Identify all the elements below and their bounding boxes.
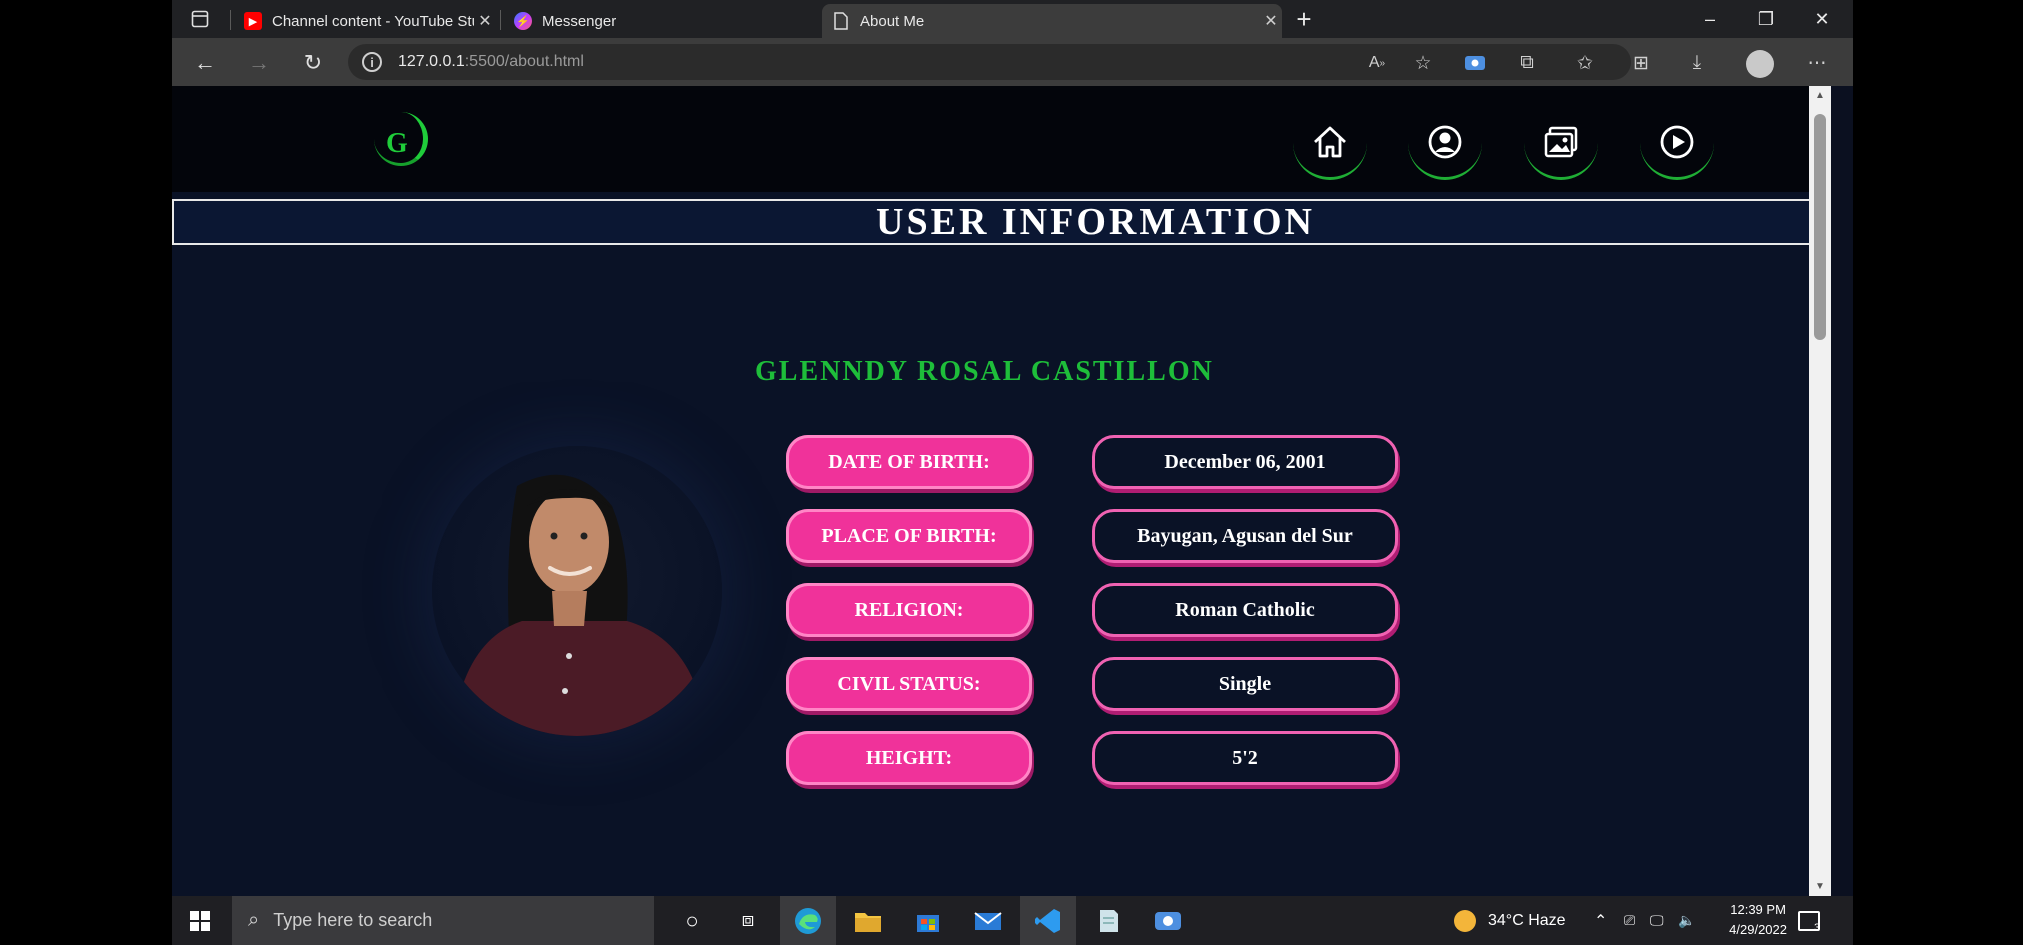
label-religion: RELIGION: <box>786 583 1032 637</box>
restore-button[interactable]: ❐ <box>1738 0 1794 38</box>
clock-date: 4/29/2022 <box>1729 922 1787 937</box>
tab-about-me[interactable]: About Me ✕ <box>822 4 1282 38</box>
page-scrollbar[interactable]: ▲ ▼ <box>1809 86 1831 896</box>
cortana-icon[interactable]: ○ <box>666 896 718 945</box>
nav-videos[interactable] <box>1640 106 1714 180</box>
more-options-icon[interactable]: ⋯ <box>1802 48 1832 78</box>
tab-youtube[interactable]: ▶ Channel content - YouTube Stud ✕ <box>234 4 496 38</box>
mail-icon[interactable] <box>960 896 1016 945</box>
web-page: G USER INFORMATION GLENNDY ROSAL CASTILL… <box>172 86 1831 896</box>
favorites-icon[interactable]: ✩ <box>1570 48 1600 78</box>
page-icon <box>832 12 850 30</box>
windows-icon <box>190 910 210 931</box>
minimize-button[interactable]: – <box>1682 0 1738 38</box>
scrollbar-thumb[interactable] <box>1814 114 1826 340</box>
extensions-icon[interactable]: ⧉ <box>1512 48 1542 78</box>
value-place-of-birth: Bayugan, Agusan del Sur <box>1092 509 1398 563</box>
screen-capture-icon[interactable] <box>1460 48 1490 78</box>
gallery-icon <box>1544 126 1578 157</box>
label-height: HEIGHT: <box>786 731 1032 785</box>
home-icon <box>1314 126 1346 157</box>
play-icon <box>1660 125 1694 158</box>
back-button[interactable]: ← <box>188 46 222 80</box>
nav-home[interactable] <box>1293 106 1367 180</box>
address-bar[interactable]: i 127.0.0.1 :5500/about.html <box>348 44 1631 80</box>
sun-icon <box>1454 909 1476 932</box>
start-button[interactable] <box>172 896 228 945</box>
label-place-of-birth: PLACE OF BIRTH: <box>786 509 1032 563</box>
profile-avatar[interactable] <box>1746 50 1774 78</box>
task-view-icon[interactable]: ⧈ <box>722 896 774 945</box>
url-path: :5500/about.html <box>464 53 584 70</box>
new-tab-button[interactable]: + <box>1284 0 1324 38</box>
youtube-icon: ▶ <box>244 12 262 30</box>
tab-strip: ▶ Channel content - YouTube Stud ✕ ⚡ Mes… <box>172 0 1853 38</box>
tab-label: Channel content - YouTube Stud <box>272 12 474 30</box>
volume-icon[interactable]: 🔈 <box>1678 896 1695 945</box>
value-religion: Roman Catholic <box>1092 583 1398 637</box>
value-height: 5'2 <box>1092 731 1398 785</box>
user-icon <box>1428 125 1462 158</box>
notification-icon <box>1798 910 1820 931</box>
weather-widget[interactable]: 34°C Haze <box>1454 896 1566 945</box>
close-icon[interactable]: ✕ <box>1260 11 1282 31</box>
vscode-icon[interactable] <box>1020 896 1076 945</box>
info-icon[interactable]: i <box>362 52 382 72</box>
section-title: USER INFORMATION <box>876 201 1315 243</box>
store-icon[interactable] <box>900 896 956 945</box>
download-icon[interactable]: ⤓ <box>1682 48 1712 78</box>
site-logo[interactable]: G <box>368 108 436 176</box>
logo-letter: G <box>386 128 408 159</box>
read-aloud-icon[interactable]: A» <box>1362 48 1392 78</box>
label-date-of-birth: DATE OF BIRTH: <box>786 435 1032 489</box>
weather-text: 34°C Haze <box>1488 911 1566 929</box>
close-icon[interactable]: ✕ <box>474 11 496 31</box>
tab-separator <box>500 10 501 30</box>
forward-button[interactable]: → <box>242 46 276 80</box>
taskbar-search[interactable]: ⌕ Type here to search <box>232 896 654 945</box>
favorite-add-icon[interactable]: ☆ <box>1408 48 1438 78</box>
search-icon: ⌕ <box>248 909 260 931</box>
taskbar-clock[interactable]: 12:39 PM 4/29/2022 <box>1729 900 1787 940</box>
edge-app-icon[interactable] <box>780 896 836 945</box>
clock-time: 12:39 PM <box>1730 902 1786 917</box>
network-icon[interactable]: 🖵 <box>1650 896 1664 945</box>
scroll-up-icon[interactable]: ▲ <box>1809 90 1831 101</box>
screen-recorder-icon[interactable] <box>1140 896 1196 945</box>
notepad-icon[interactable] <box>1080 896 1136 945</box>
collections-icon[interactable]: ⊞ <box>1626 48 1656 78</box>
address-toolbar: ← → ↻ i 127.0.0.1 :5500/about.html A» ☆ … <box>172 38 1853 86</box>
screen: ▶ Channel content - YouTube Stud ✕ ⚡ Mes… <box>172 0 1853 945</box>
url-host: 127.0.0.1 <box>398 53 465 70</box>
tab-separator <box>230 10 231 30</box>
tab-actions-icon[interactable] <box>186 0 214 38</box>
messenger-icon: ⚡ <box>514 12 532 30</box>
scroll-down-icon[interactable]: ▼ <box>1809 881 1831 892</box>
site-header: G <box>172 86 1831 192</box>
nav-gallery[interactable] <box>1524 106 1598 180</box>
profile-photo-illustration <box>452 474 707 736</box>
profile-photo <box>432 446 722 736</box>
user-name: GLENNDY ROSAL CASTILLON <box>755 356 1214 387</box>
refresh-button[interactable]: ↻ <box>296 46 330 80</box>
value-civil-status: Single <box>1092 657 1398 711</box>
windows-taskbar: ⌕ Type here to search ○ ⧈ 34°C Haze ⌃ ⎚ … <box>172 896 1853 945</box>
close-window-button[interactable]: ✕ <box>1794 0 1850 38</box>
nav-profile[interactable] <box>1408 106 1482 180</box>
show-hidden-icons-chevron-icon[interactable]: ⌃ <box>1594 896 1607 945</box>
value-date-of-birth: December 06, 2001 <box>1092 435 1398 489</box>
search-placeholder: Type here to search <box>273 910 433 930</box>
label-civil-status: CIVIL STATUS: <box>786 657 1032 711</box>
tab-label: About Me <box>860 12 925 30</box>
meet-now-icon[interactable]: ⎚ <box>1624 896 1635 945</box>
section-title-bar: USER INFORMATION <box>172 199 1829 245</box>
notification-center[interactable]: 3 <box>1798 896 1821 945</box>
file-explorer-icon[interactable] <box>840 896 896 945</box>
